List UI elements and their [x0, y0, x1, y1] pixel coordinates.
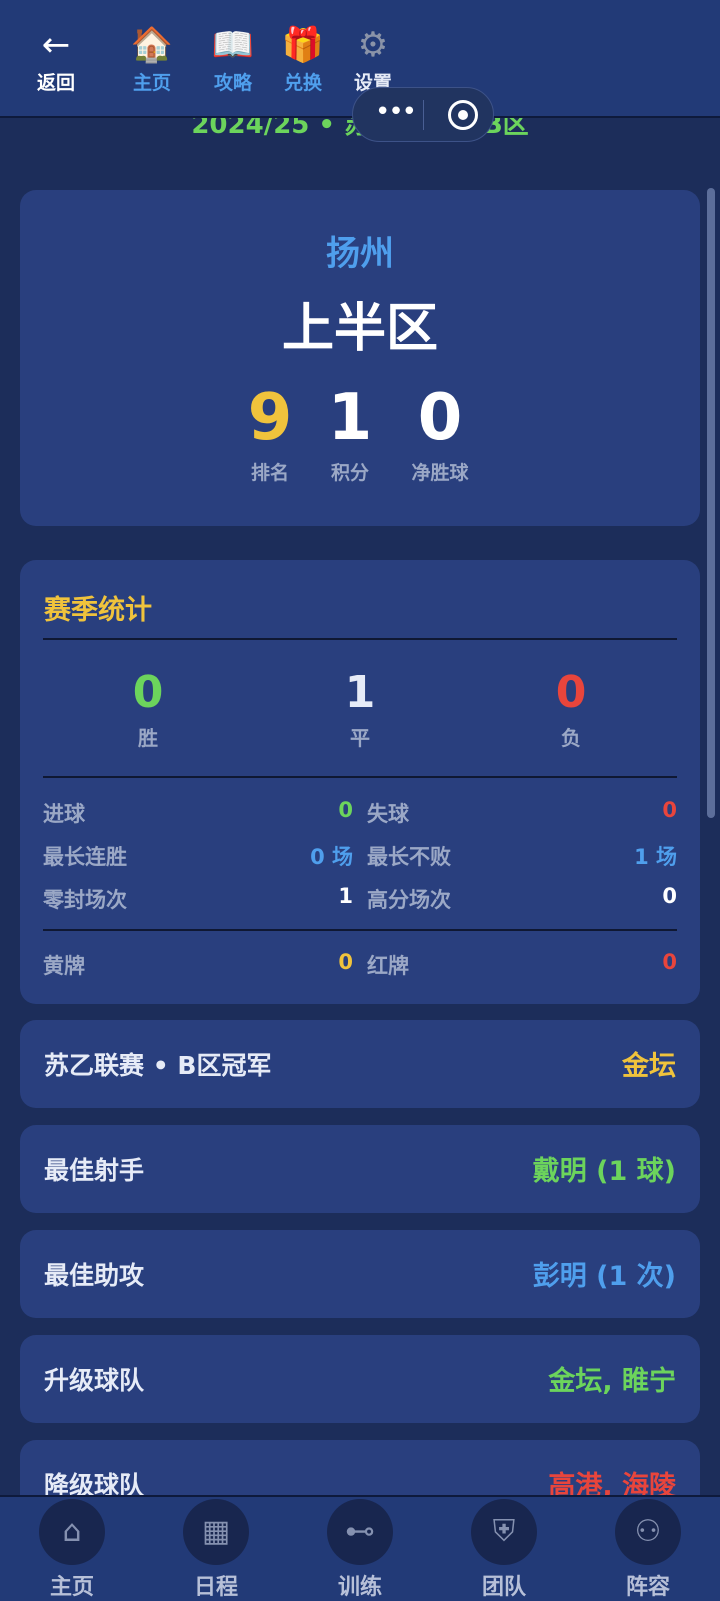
nav-redeem-label: 兑换	[283, 72, 322, 94]
players-icon: ⚇	[615, 1499, 681, 1565]
divider	[43, 638, 677, 640]
losses-label: 负	[561, 726, 581, 750]
award-top-scorer-card: 最佳射手 戴明 (1 球)	[20, 1125, 700, 1213]
bottom-nav-training[interactable]: ⊷ 训练	[310, 1499, 410, 1601]
stat-row-yellow-cards: 黄牌 0	[43, 950, 353, 980]
book-icon: 📖	[211, 25, 255, 65]
stat-label: 进球	[43, 802, 85, 826]
stat-row-clean-sheets: 零封场次 1	[43, 884, 353, 914]
stat-row-red-cards: 红牌 0	[367, 950, 677, 980]
bottom-nav-label: 日程	[193, 1575, 238, 1600]
nav-settings-button[interactable]: ⚙ 设置	[333, 24, 413, 95]
award-value: 金坛	[622, 1051, 676, 1082]
shield-user-icon: ⛨	[471, 1499, 537, 1565]
points-value: 1	[327, 381, 373, 455]
points-stat: 1 积分	[300, 382, 400, 485]
more-menu-icon[interactable]: •••	[375, 97, 417, 127]
nav-redeem-button[interactable]: 🎁 兑换	[263, 24, 343, 95]
stat-value: 0 场	[310, 845, 353, 869]
stat-row-goals-against: 失球 0	[367, 798, 677, 828]
divider	[43, 776, 677, 778]
season-stats-title: 赛季统计	[44, 595, 152, 626]
award-label: 最佳助攻	[44, 1261, 145, 1290]
bottom-nav-label: 阵容	[625, 1575, 670, 1600]
stat-row-unbeaten-streak: 最长不败 1 场	[367, 841, 677, 871]
draws-value: 1	[344, 667, 376, 718]
award-top-assist-card: 最佳助攻 彭明 (1 次)	[20, 1230, 700, 1318]
miniprogram-capsule: •••	[352, 87, 494, 142]
capsule-divider	[423, 100, 424, 130]
wins-label: 胜	[138, 726, 158, 750]
points-label: 积分	[330, 462, 369, 484]
award-value: 金坛, 睢宁	[548, 1366, 676, 1397]
goal-diff-value: 0	[417, 381, 463, 455]
bottom-nav-team[interactable]: ⛨ 团队	[454, 1499, 554, 1601]
team-group: 上半区	[281, 299, 438, 359]
award-value: 戴明 (1 球)	[532, 1156, 676, 1187]
goal-diff-stat: 0 净胜球	[390, 382, 490, 485]
award-label: 最佳射手	[44, 1156, 145, 1185]
stat-label: 黄牌	[43, 954, 85, 978]
team-summary-card: 扬州 上半区 9 排名 1 积分 0 净胜球	[20, 190, 700, 526]
stat-label: 最长连胜	[43, 845, 127, 869]
season-stats-card: 赛季统计 0 胜 1 平 0 负 进球 0 失球 0 最长连胜 0 场 最长不败…	[20, 560, 700, 1004]
award-label: 苏乙联赛 • B区冠军	[44, 1051, 272, 1080]
draws-label: 平	[350, 726, 370, 750]
stat-value: 0	[338, 950, 353, 974]
award-promoted-card: 升级球队 金坛, 睢宁	[20, 1335, 700, 1423]
stat-label: 零封场次	[43, 888, 127, 912]
wins-value: 0	[132, 667, 164, 718]
bottom-nav-home[interactable]: ⌂ 主页	[22, 1499, 122, 1601]
bottom-nav-label: 训练	[337, 1575, 382, 1600]
home-icon: ⌂	[39, 1499, 105, 1565]
stat-value: 1 场	[634, 845, 677, 869]
stat-label: 红牌	[367, 954, 409, 978]
stat-row-goals-for: 进球 0	[43, 798, 353, 828]
team-city: 扬州	[326, 234, 394, 274]
stat-value: 0	[662, 884, 677, 908]
nav-guide-label: 攻略	[213, 72, 252, 94]
stat-label: 高分场次	[367, 888, 451, 912]
back-button[interactable]: ← 返回	[16, 24, 96, 95]
stat-value: 0	[338, 798, 353, 822]
close-miniprogram-icon[interactable]	[448, 100, 478, 130]
stat-value: 1	[338, 884, 353, 908]
nav-home-button[interactable]: 🏠 主页	[112, 24, 192, 95]
wins-stat: 0 胜	[88, 668, 208, 751]
gift-icon: 🎁	[281, 25, 325, 65]
bottom-nav-label: 团队	[481, 1575, 526, 1600]
losses-stat: 0 负	[511, 668, 631, 751]
award-value: 彭明 (1 次)	[532, 1261, 676, 1292]
calendar-icon: ▦	[183, 1499, 249, 1565]
bottom-nav-label: 主页	[49, 1575, 94, 1600]
nav-guide-button[interactable]: 📖 攻略	[193, 24, 273, 95]
bottom-nav-schedule[interactable]: ▦ 日程	[166, 1499, 266, 1601]
house-icon: 🏠	[130, 25, 174, 65]
stat-row-high-scoring: 高分场次 0	[367, 884, 677, 914]
losses-value: 0	[555, 667, 587, 718]
stat-row-win-streak: 最长连胜 0 场	[43, 841, 353, 871]
draws-stat: 1 平	[300, 668, 420, 751]
stat-value: 0	[662, 798, 677, 822]
stat-label: 失球	[367, 802, 409, 826]
back-label: 返回	[36, 72, 75, 94]
award-label: 升级球队	[44, 1366, 145, 1395]
stat-label: 最长不败	[367, 845, 451, 869]
divider	[43, 929, 677, 931]
dumbbell-icon: ⊷	[327, 1499, 393, 1565]
stat-value: 0	[662, 950, 677, 974]
nav-home-label: 主页	[132, 72, 171, 94]
goal-diff-label: 净胜球	[411, 462, 469, 484]
back-arrow-icon: ←	[41, 25, 71, 65]
gear-icon: ⚙	[357, 25, 389, 65]
bottom-nav-lineup[interactable]: ⚇ 阵容	[598, 1499, 698, 1601]
award-champion-card: 苏乙联赛 • B区冠军 金坛	[20, 1020, 700, 1108]
scrollbar[interactable]	[707, 188, 715, 818]
bottom-nav-bar: ⌂ 主页 ▦ 日程 ⊷ 训练 ⛨ 团队 ⚇ 阵容	[0, 1495, 720, 1601]
